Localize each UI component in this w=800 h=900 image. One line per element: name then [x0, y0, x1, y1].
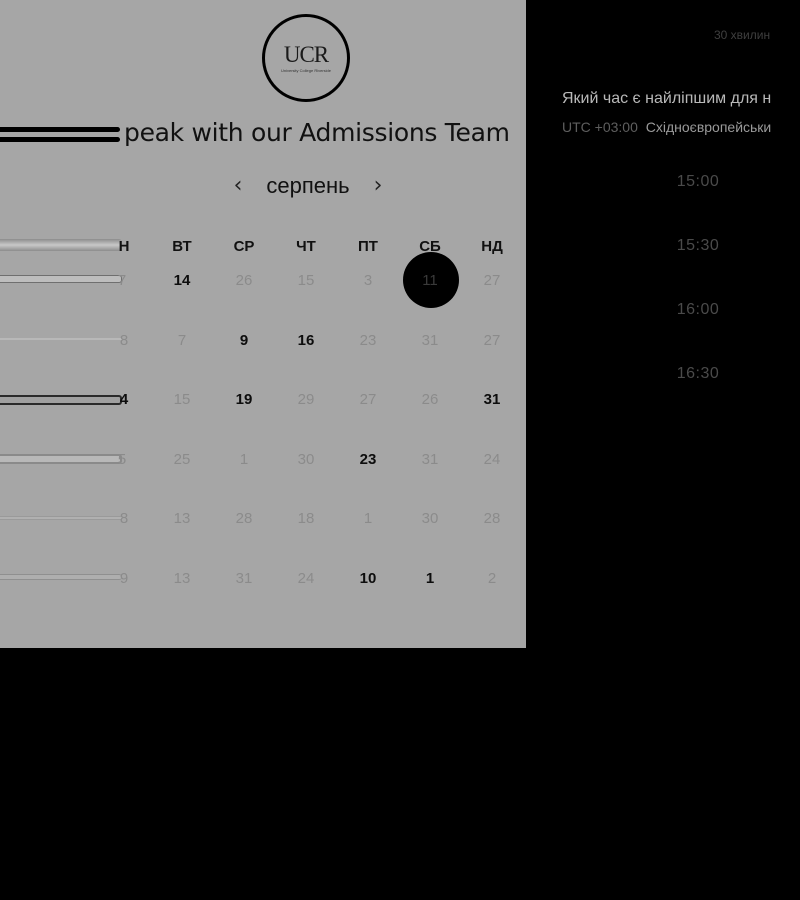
calendar-day: 23	[359, 332, 377, 349]
calendar-day: 18	[297, 510, 315, 527]
chevron-left-icon[interactable]: ‹	[228, 175, 248, 197]
title-redaction-bars	[0, 125, 122, 145]
redaction-bar	[0, 127, 120, 132]
calendar-day[interactable]: 10	[348, 570, 388, 587]
duration-label: 30 хвилин	[714, 28, 771, 42]
calendar-day: 25	[173, 451, 191, 468]
calendar-day: 31	[421, 332, 439, 349]
calendar-day[interactable]: 31	[472, 391, 512, 408]
calendar-day: 24	[297, 570, 315, 587]
calendar-day: 28	[483, 510, 501, 527]
calendar-day: 31	[235, 570, 253, 587]
calendar-day: 15	[297, 272, 315, 289]
calendar-day: 2	[487, 570, 497, 587]
time-slot-panel: 30 хвилин Який час є найліпшим для н UTC…	[526, 0, 800, 648]
selected-day[interactable]: 11	[410, 272, 450, 289]
calendar-day[interactable]: 9	[224, 332, 264, 349]
calendar-day: 30	[421, 510, 439, 527]
time-slot[interactable]: 16:30	[653, 365, 743, 383]
calendar-day: 8	[119, 510, 129, 527]
weekday-label: ЧТ	[296, 238, 316, 255]
logo-mark: UCR	[283, 42, 329, 67]
logo-subtitle: University College Riverside	[280, 68, 332, 73]
time-question: Який час є найліпшим для н	[562, 90, 772, 107]
calendar-day: 1	[239, 451, 249, 468]
calendar-day: 5	[117, 451, 127, 468]
calendar-day[interactable]: 19	[224, 391, 264, 408]
weekday-label: СБ	[419, 238, 441, 255]
calendar-panel: UCR University College Riverside peak wi…	[0, 0, 526, 648]
calendar-day[interactable]: 23	[348, 451, 388, 468]
page-title: peak with our Admissions Team	[124, 118, 510, 147]
calendar-day: 13	[173, 570, 191, 587]
calendar-day: 27	[483, 272, 501, 289]
month-label: серпень	[266, 173, 350, 198]
calendar-day: 9	[119, 570, 129, 587]
time-slot[interactable]: 15:30	[653, 237, 743, 255]
calendar-day: 31	[421, 451, 439, 468]
calendar-day: 29	[297, 391, 315, 408]
chevron-right-icon[interactable]: ›	[368, 175, 388, 197]
weekday-label: Н	[118, 238, 130, 255]
calendar-day: 28	[235, 510, 253, 527]
calendar-day[interactable]: 14	[162, 272, 202, 289]
calendar-day: 27	[359, 391, 377, 408]
weekday-label: ВТ	[172, 238, 192, 255]
calendar-day: 13	[173, 510, 191, 527]
calendar-day: 7	[117, 272, 127, 289]
timezone-name: Східноєвропейськи	[645, 119, 772, 135]
calendar-day: 8	[119, 332, 129, 349]
calendar-day: 27	[483, 332, 501, 349]
timezone-code: UTC +03:00	[562, 119, 638, 135]
calendar-day: 3	[363, 272, 373, 289]
weekday-label: СР	[233, 238, 255, 255]
time-slot[interactable]: 16:00	[653, 301, 743, 319]
ucr-logo: UCR University College Riverside	[262, 14, 350, 102]
calendar-day: 30	[297, 451, 315, 468]
calendar-day[interactable]: 4	[104, 391, 144, 408]
calendar-day[interactable]: 16	[286, 332, 326, 349]
calendar-day[interactable]: 1	[410, 570, 450, 587]
calendar-day: 26	[421, 391, 439, 408]
month-navigation: ‹ серпень ›	[228, 170, 388, 202]
scheduler-page: UCR University College Riverside peak wi…	[0, 0, 800, 900]
timezone-line[interactable]: UTC +03:00 Східноєвропейськи	[562, 119, 771, 135]
calendar-day: 24	[483, 451, 501, 468]
time-slot[interactable]: 15:00	[653, 173, 743, 191]
calendar-day: 15	[173, 391, 191, 408]
calendar-day: 1	[363, 510, 373, 527]
calendar-day: 26	[235, 272, 253, 289]
calendar-day: 7	[177, 332, 187, 349]
weekday-label: НД	[481, 238, 503, 255]
redaction-bar	[0, 137, 120, 142]
weekday-label: ПТ	[358, 238, 378, 255]
